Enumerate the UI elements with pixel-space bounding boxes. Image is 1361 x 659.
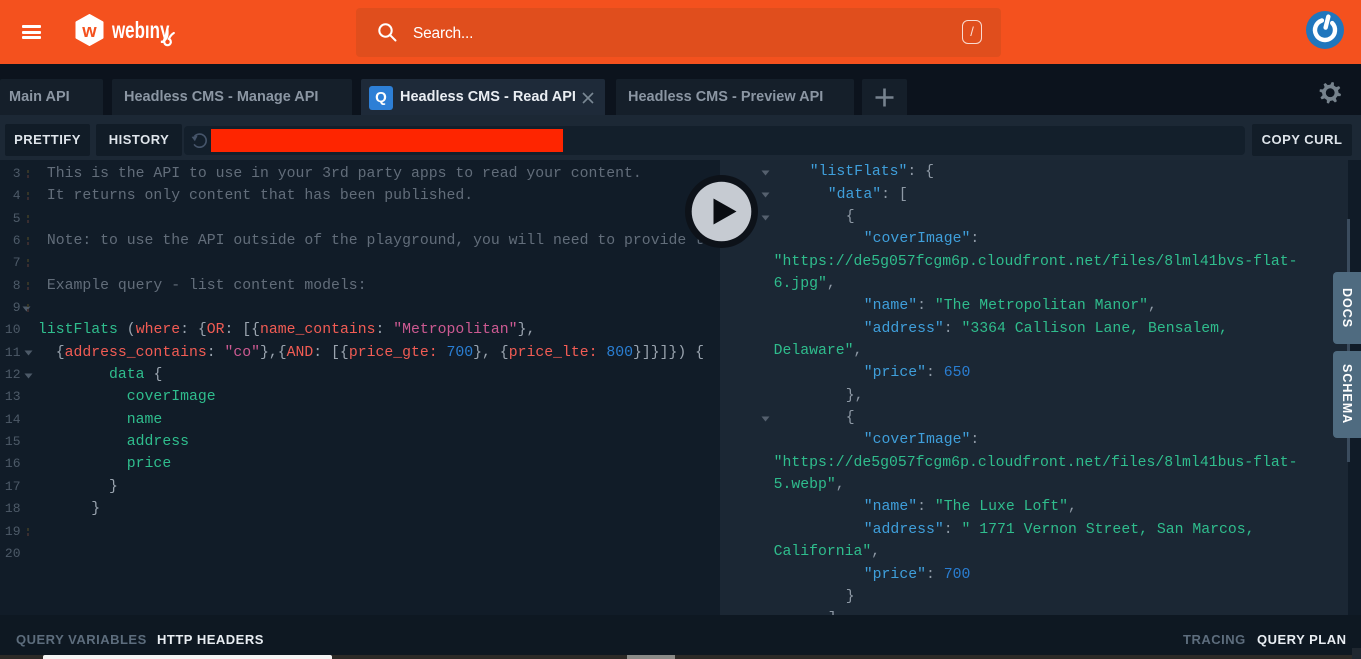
svg-text:w: w	[81, 20, 97, 41]
